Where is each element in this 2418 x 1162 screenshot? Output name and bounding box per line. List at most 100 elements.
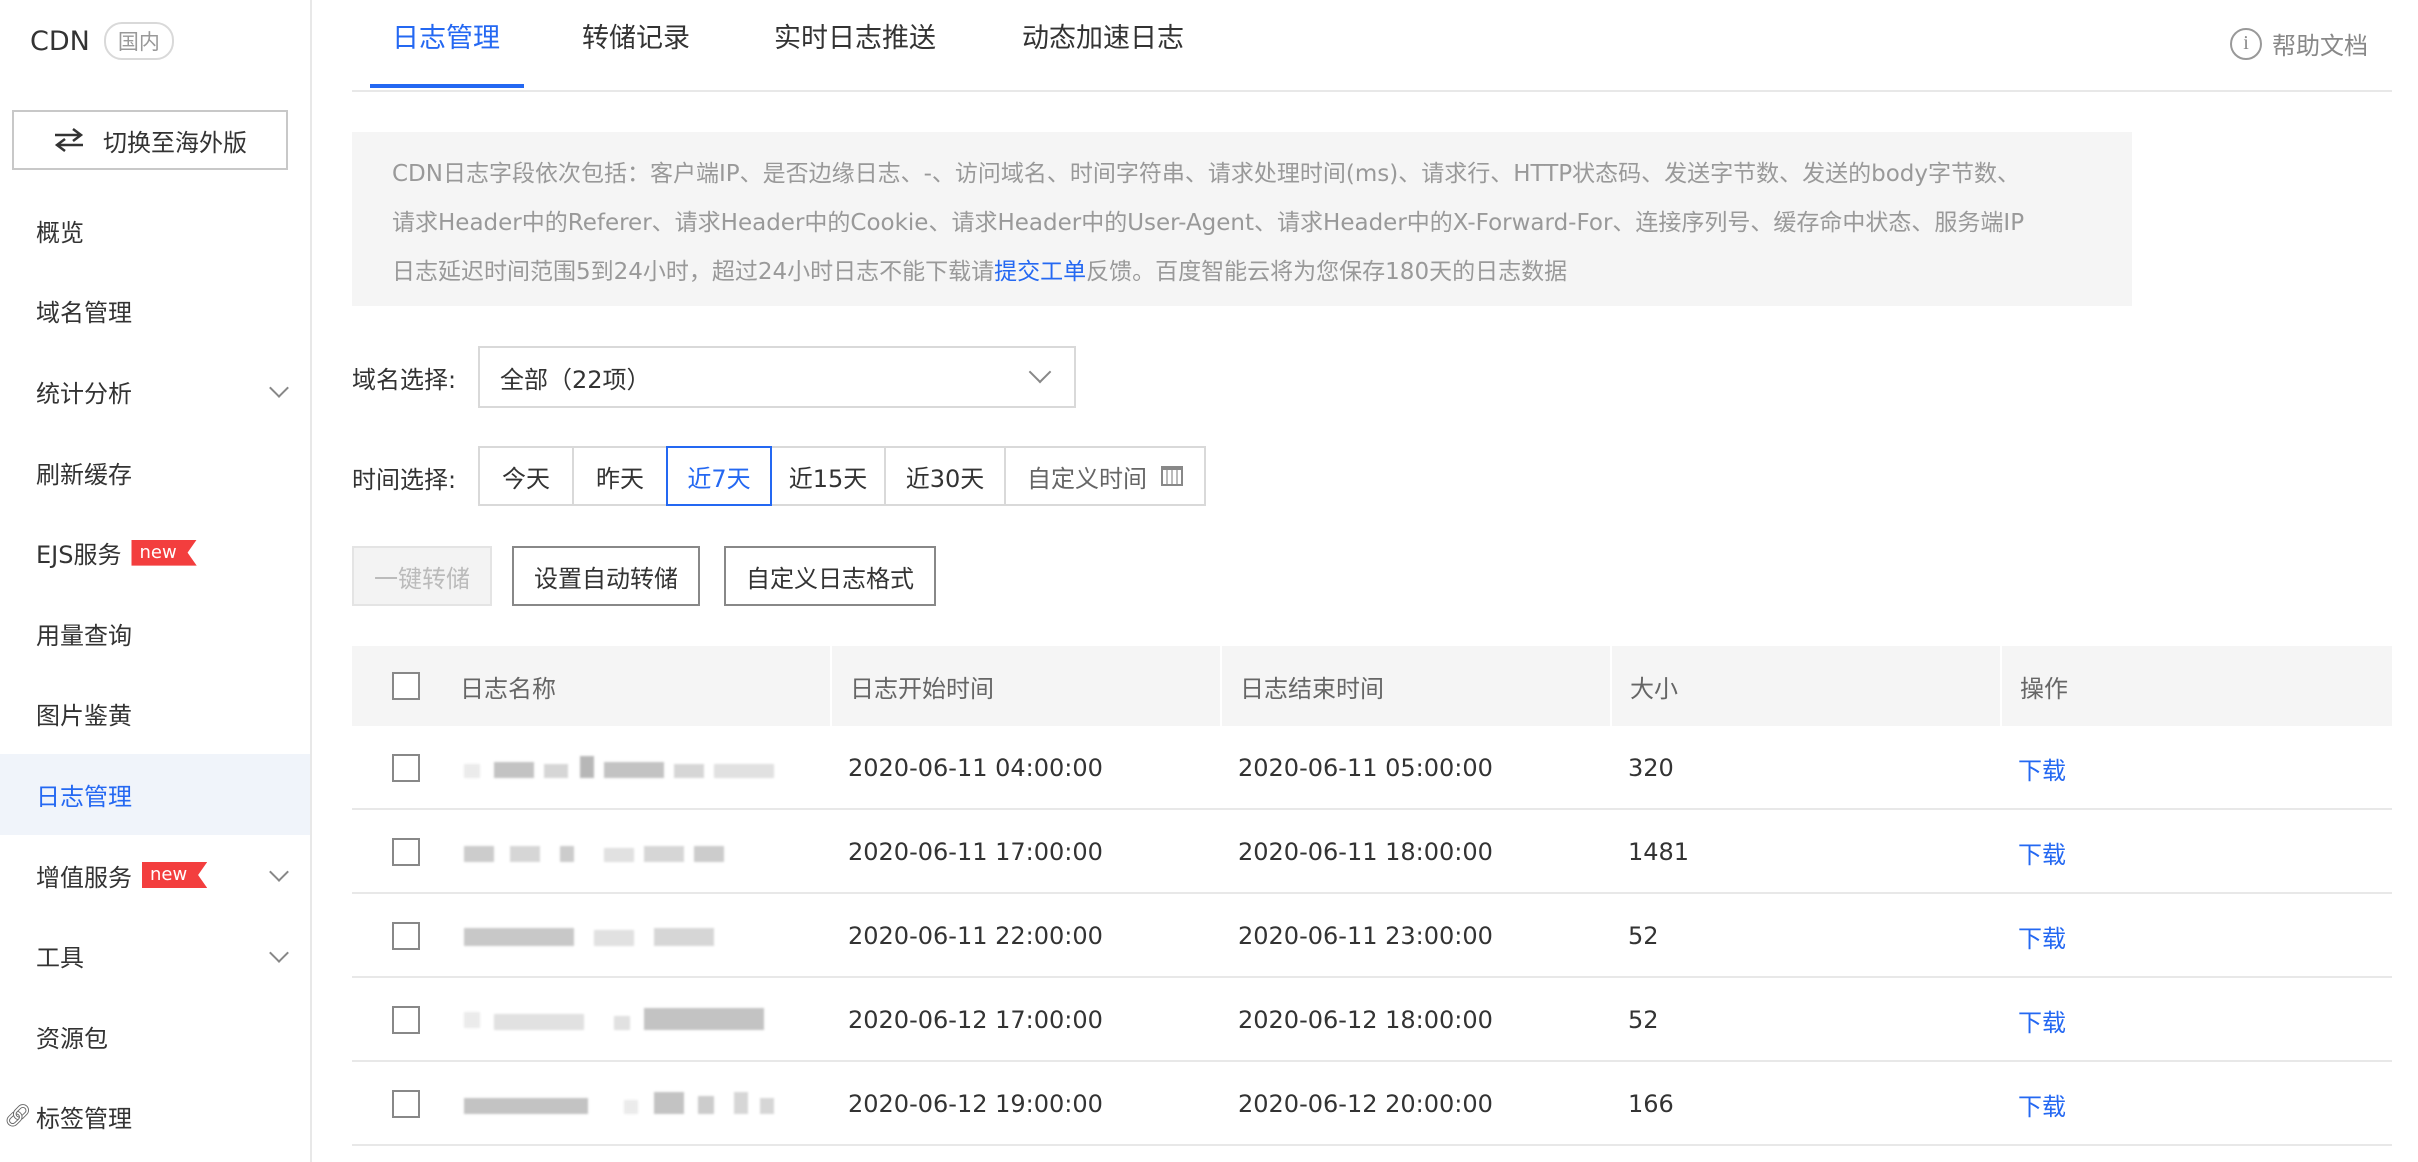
row-start-time: 2020-06-12 19:00:00 xyxy=(848,1090,1103,1118)
time-last-30-days[interactable]: 近30天 xyxy=(884,446,1006,506)
tab-realtime-push[interactable]: 实时日志推送 xyxy=(774,16,936,55)
domain-select[interactable]: 全部（22项） xyxy=(478,346,1076,408)
chevron-down-icon xyxy=(269,378,289,399)
column-divider xyxy=(2000,646,2002,726)
col-size: 大小 xyxy=(1630,674,1678,703)
notice-line: CDN日志字段依次包括：客户端IP、是否边缘日志、-、访问域名、时间字符串、请求… xyxy=(392,161,2021,187)
row-size: 166 xyxy=(1628,1090,1674,1118)
tab-dynamic-acceleration[interactable]: 动态加速日志 xyxy=(1022,16,1184,55)
row-checkbox[interactable] xyxy=(392,1090,420,1118)
sidebar: CDN 国内 切换至海外版 概览 域名管理 统计分析 刷新缓存 EJS服务 new… xyxy=(0,0,312,1162)
sidebar-item-overview[interactable]: 概览 xyxy=(0,190,310,271)
switch-overseas-button[interactable]: 切换至海外版 xyxy=(12,110,288,170)
row-checkbox[interactable] xyxy=(392,754,420,782)
sidebar-item-label: 概览 xyxy=(36,218,84,247)
row-size: 52 xyxy=(1628,922,1659,950)
table-row: 2020-06-11 22:00:00 2020-06-11 23:00:00 … xyxy=(352,894,2392,978)
download-link[interactable]: 下载 xyxy=(2018,1062,2066,1146)
sidebar-item-label: 域名管理 xyxy=(36,299,132,328)
download-link[interactable]: 下载 xyxy=(2018,894,2066,978)
row-size: 1481 xyxy=(1628,838,1690,866)
help-label: 帮助文档 xyxy=(2272,32,2368,60)
sidebar-item-value-added[interactable]: 增值服务 new xyxy=(0,835,310,916)
domain-label: 域名选择: xyxy=(352,366,457,394)
sidebar-item-ejs[interactable]: EJS服务 new xyxy=(0,512,310,593)
sidebar-item-label: 增值服务 xyxy=(36,863,132,892)
sidebar-item-label: EJS服务 xyxy=(36,541,122,570)
download-link[interactable]: 下载 xyxy=(2018,810,2066,894)
redacted-log-name xyxy=(464,756,774,778)
log-table: 日志名称 日志开始时间 日志结束时间 大小 操作 2020-06-11 04:0… xyxy=(352,646,2392,1146)
sidebar-item-statistics[interactable]: 统计分析 xyxy=(0,351,310,432)
submit-ticket-link[interactable]: 提交工单 xyxy=(994,259,1086,285)
sidebar-item-domains[interactable]: 域名管理 xyxy=(0,271,310,352)
redacted-log-name xyxy=(464,1008,764,1030)
notice-line: 请求Header中的Referer、请求Header中的Cookie、请求Hea… xyxy=(392,210,2025,236)
row-end-time: 2020-06-12 18:00:00 xyxy=(1238,1006,1493,1034)
row-size: 52 xyxy=(1628,1006,1659,1034)
help-docs-link[interactable]: i 帮助文档 xyxy=(2230,26,2368,61)
new-badge: new xyxy=(142,862,208,889)
notice-text: 反馈。百度智能云将为您保存180天的日志数据 xyxy=(1086,259,1568,285)
switch-label: 切换至海外版 xyxy=(103,128,247,157)
row-start-time: 2020-06-11 22:00:00 xyxy=(848,922,1103,950)
redacted-log-name xyxy=(464,928,714,946)
column-divider xyxy=(1220,646,1222,726)
time-custom[interactable]: 自定义时间 xyxy=(1004,446,1206,506)
region-tag: 国内 xyxy=(103,22,174,60)
row-size: 320 xyxy=(1628,754,1674,782)
custom-log-format-button[interactable]: 自定义日志格式 xyxy=(724,546,936,606)
product-name: CDN xyxy=(30,25,90,57)
sidebar-item-label: 刷新缓存 xyxy=(36,460,132,489)
download-link[interactable]: 下载 xyxy=(2018,978,2066,1062)
row-start-time: 2020-06-11 04:00:00 xyxy=(848,754,1103,782)
sidebar-item-log-management[interactable]: 日志管理 xyxy=(0,754,310,835)
table-row: 2020-06-11 04:00:00 2020-06-11 05:00:00 … xyxy=(352,726,2392,810)
sidebar-item-resource-packs[interactable]: 资源包 xyxy=(0,996,310,1077)
col-log-name: 日志名称 xyxy=(460,674,556,703)
time-last-7-days[interactable]: 近7天 xyxy=(666,446,772,506)
sidebar-item-label: 统计分析 xyxy=(36,379,132,408)
table-header: 日志名称 日志开始时间 日志结束时间 大小 操作 xyxy=(352,646,2392,726)
sidebar-item-image-review[interactable]: 图片鉴黄 xyxy=(0,674,310,755)
sidebar-item-usage[interactable]: 用量查询 xyxy=(0,593,310,674)
custom-time-label: 自定义时间 xyxy=(1027,464,1147,493)
col-actions: 操作 xyxy=(2020,674,2068,703)
row-checkbox[interactable] xyxy=(392,922,420,950)
new-badge: new xyxy=(131,539,197,566)
download-link[interactable]: 下载 xyxy=(2018,726,2066,810)
domain-selected-value: 全部（22项） xyxy=(500,365,651,394)
tab-dump-records[interactable]: 转储记录 xyxy=(582,16,690,55)
brand: CDN 国内 xyxy=(30,22,174,60)
col-end-time: 日志结束时间 xyxy=(1240,674,1384,703)
column-divider xyxy=(1610,646,1612,726)
row-end-time: 2020-06-11 23:00:00 xyxy=(1238,922,1493,950)
time-last-15-days[interactable]: 近15天 xyxy=(770,446,886,506)
tab-log-management[interactable]: 日志管理 xyxy=(392,16,500,55)
row-end-time: 2020-06-11 18:00:00 xyxy=(1238,838,1493,866)
notice-text: 日志延迟时间范围5到24小时，超过24小时日志不能下载请 xyxy=(392,259,995,285)
row-checkbox[interactable] xyxy=(392,838,420,866)
row-start-time: 2020-06-11 17:00:00 xyxy=(848,838,1103,866)
column-divider xyxy=(830,646,832,726)
time-label: 时间选择: xyxy=(352,466,457,494)
table-row: 2020-06-11 17:00:00 2020-06-11 18:00:00 … xyxy=(352,810,2392,894)
sidebar-item-label: 标签管理 xyxy=(36,1105,132,1134)
sidebar-item-tags[interactable]: 🔗︎ 标签管理 xyxy=(0,1077,310,1158)
sidebar-item-refresh-cache[interactable]: 刷新缓存 xyxy=(0,432,310,513)
notice-line: 日志延迟时间范围5到24小时，超过24小时日志不能下载请提交工单反馈。百度智能云… xyxy=(392,248,2092,297)
chevron-down-icon xyxy=(269,942,289,963)
sidebar-item-label: 资源包 xyxy=(36,1024,108,1053)
sidebar-item-label: 日志管理 xyxy=(36,782,132,811)
select-all-checkbox[interactable] xyxy=(392,672,420,700)
auto-dump-button[interactable]: 设置自动转储 xyxy=(512,546,700,606)
sidebar-item-tools[interactable]: 工具 xyxy=(0,915,310,996)
time-today[interactable]: 今天 xyxy=(478,446,574,506)
sidebar-nav: 概览 域名管理 统计分析 刷新缓存 EJS服务 new 用量查询 图片鉴黄 日志管… xyxy=(0,190,310,1157)
active-tab-indicator xyxy=(370,84,524,88)
table-row: 2020-06-12 19:00:00 2020-06-12 20:00:00 … xyxy=(352,1062,2392,1146)
calendar-icon xyxy=(1161,466,1183,486)
one-click-dump-button[interactable]: 一键转储 xyxy=(352,546,492,606)
row-checkbox[interactable] xyxy=(392,1006,420,1034)
time-yesterday[interactable]: 昨天 xyxy=(572,446,668,506)
